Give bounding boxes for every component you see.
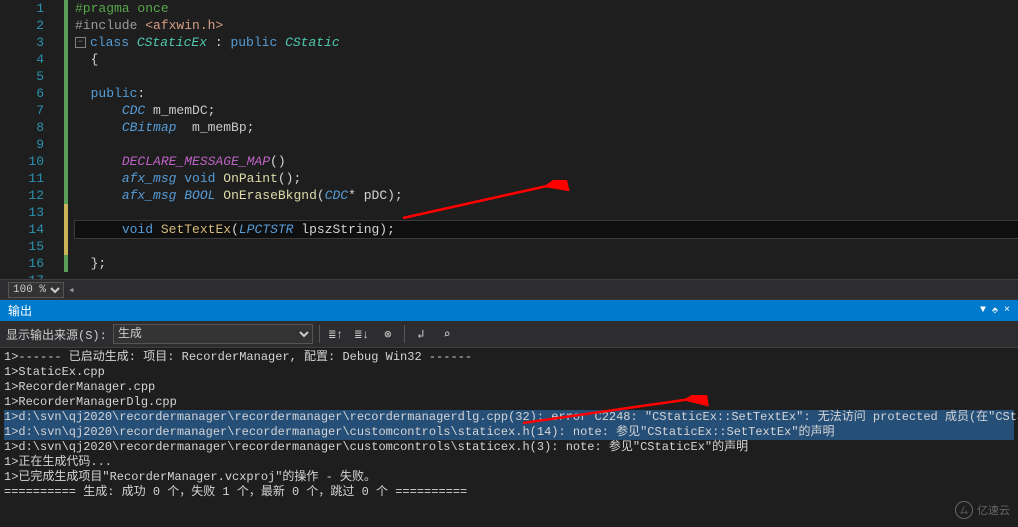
- code-line[interactable]: CBitmap m_memBp;: [75, 119, 1018, 136]
- output-line[interactable]: 1>StaticEx.cpp: [4, 365, 1014, 380]
- output-line[interactable]: 1>d:\svn\qj2020\recordermanager\recorder…: [4, 425, 1014, 440]
- code-line[interactable]: {: [75, 51, 1018, 68]
- nav-left-icon[interactable]: ◂: [68, 283, 75, 297]
- output-line[interactable]: 1>RecorderManager.cpp: [4, 380, 1014, 395]
- separator: [404, 325, 405, 343]
- code-line[interactable]: #include <afxwin.h>: [75, 17, 1018, 34]
- output-source-label: 显示输出来源(S):: [6, 326, 107, 343]
- toggle-wrap-icon[interactable]: ↲: [411, 324, 431, 344]
- code-line[interactable]: [75, 204, 1018, 221]
- code-line[interactable]: [75, 272, 1018, 279]
- output-line[interactable]: 1>正在生成代码...: [4, 455, 1014, 470]
- code-line[interactable]: −class CStaticEx : public CStatic: [75, 34, 1018, 51]
- output-toolbar: 显示输出来源(S): 生成 ≣↑ ≣↓ ⊗ ↲ ⌕: [0, 321, 1018, 348]
- code-line[interactable]: void SetTextEx(LPCTSTR lpszString);: [75, 221, 1018, 238]
- code-line[interactable]: };: [75, 255, 1018, 272]
- clear-all-icon[interactable]: ⊗: [378, 324, 398, 344]
- output-line[interactable]: 1>RecorderManagerDlg.cpp: [4, 395, 1014, 410]
- output-line[interactable]: ========== 生成: 成功 0 个，失败 1 个，最新 0 个，跳过 0…: [4, 485, 1014, 500]
- code-line[interactable]: CDC m_memDC;: [75, 102, 1018, 119]
- zoom-select[interactable]: 100 %: [8, 282, 64, 298]
- code-line[interactable]: afx_msg void OnPaint();: [75, 170, 1018, 187]
- code-content[interactable]: #pragma once#include <afxwin.h>−class CS…: [75, 0, 1018, 279]
- output-line[interactable]: 1>------ 已启动生成: 项目: RecorderManager, 配置:…: [4, 350, 1014, 365]
- panel-close-icon[interactable]: ×: [1004, 305, 1010, 317]
- output-panel: 输出 ▼ ⬘ × 显示输出来源(S): 生成 ≣↑ ≣↓ ⊗ ↲ ⌕ 1>---…: [0, 300, 1018, 507]
- output-panel-title: 输出: [8, 302, 32, 319]
- output-line[interactable]: 1>d:\svn\qj2020\recordermanager\recorder…: [4, 410, 1014, 425]
- panel-dropdown-icon[interactable]: ▼: [980, 305, 986, 317]
- output-source-select[interactable]: 生成: [113, 324, 313, 344]
- code-editor[interactable]: 1234567891011121314151617 #pragma once#i…: [0, 0, 1018, 300]
- separator: [319, 325, 320, 343]
- line-number-gutter: 1234567891011121314151617: [0, 0, 60, 279]
- code-line[interactable]: #pragma once: [75, 0, 1018, 17]
- code-line[interactable]: afx_msg BOOL OnEraseBkgnd(CDC* pDC);: [75, 187, 1018, 204]
- find-icon[interactable]: ⌕: [437, 324, 457, 344]
- change-markers: [60, 0, 75, 279]
- code-line[interactable]: [75, 136, 1018, 153]
- output-line[interactable]: 1>d:\svn\qj2020\recordermanager\recorder…: [4, 440, 1014, 455]
- code-line[interactable]: DECLARE_MESSAGE_MAP(): [75, 153, 1018, 170]
- output-text[interactable]: 1>------ 已启动生成: 项目: RecorderManager, 配置:…: [0, 348, 1018, 507]
- prev-message-icon[interactable]: ≣↑: [326, 324, 346, 344]
- editor-status-bar: 100 % ◂: [0, 279, 1018, 299]
- code-line[interactable]: [75, 68, 1018, 85]
- code-line[interactable]: public:: [75, 85, 1018, 102]
- code-line[interactable]: [75, 238, 1018, 255]
- output-panel-titlebar: 输出 ▼ ⬘ ×: [0, 300, 1018, 321]
- next-message-icon[interactable]: ≣↓: [352, 324, 372, 344]
- panel-pin-icon[interactable]: ⬘: [992, 305, 998, 317]
- output-line[interactable]: 1>已完成生成项目"RecorderManager.vcxproj"的操作 - …: [4, 470, 1014, 485]
